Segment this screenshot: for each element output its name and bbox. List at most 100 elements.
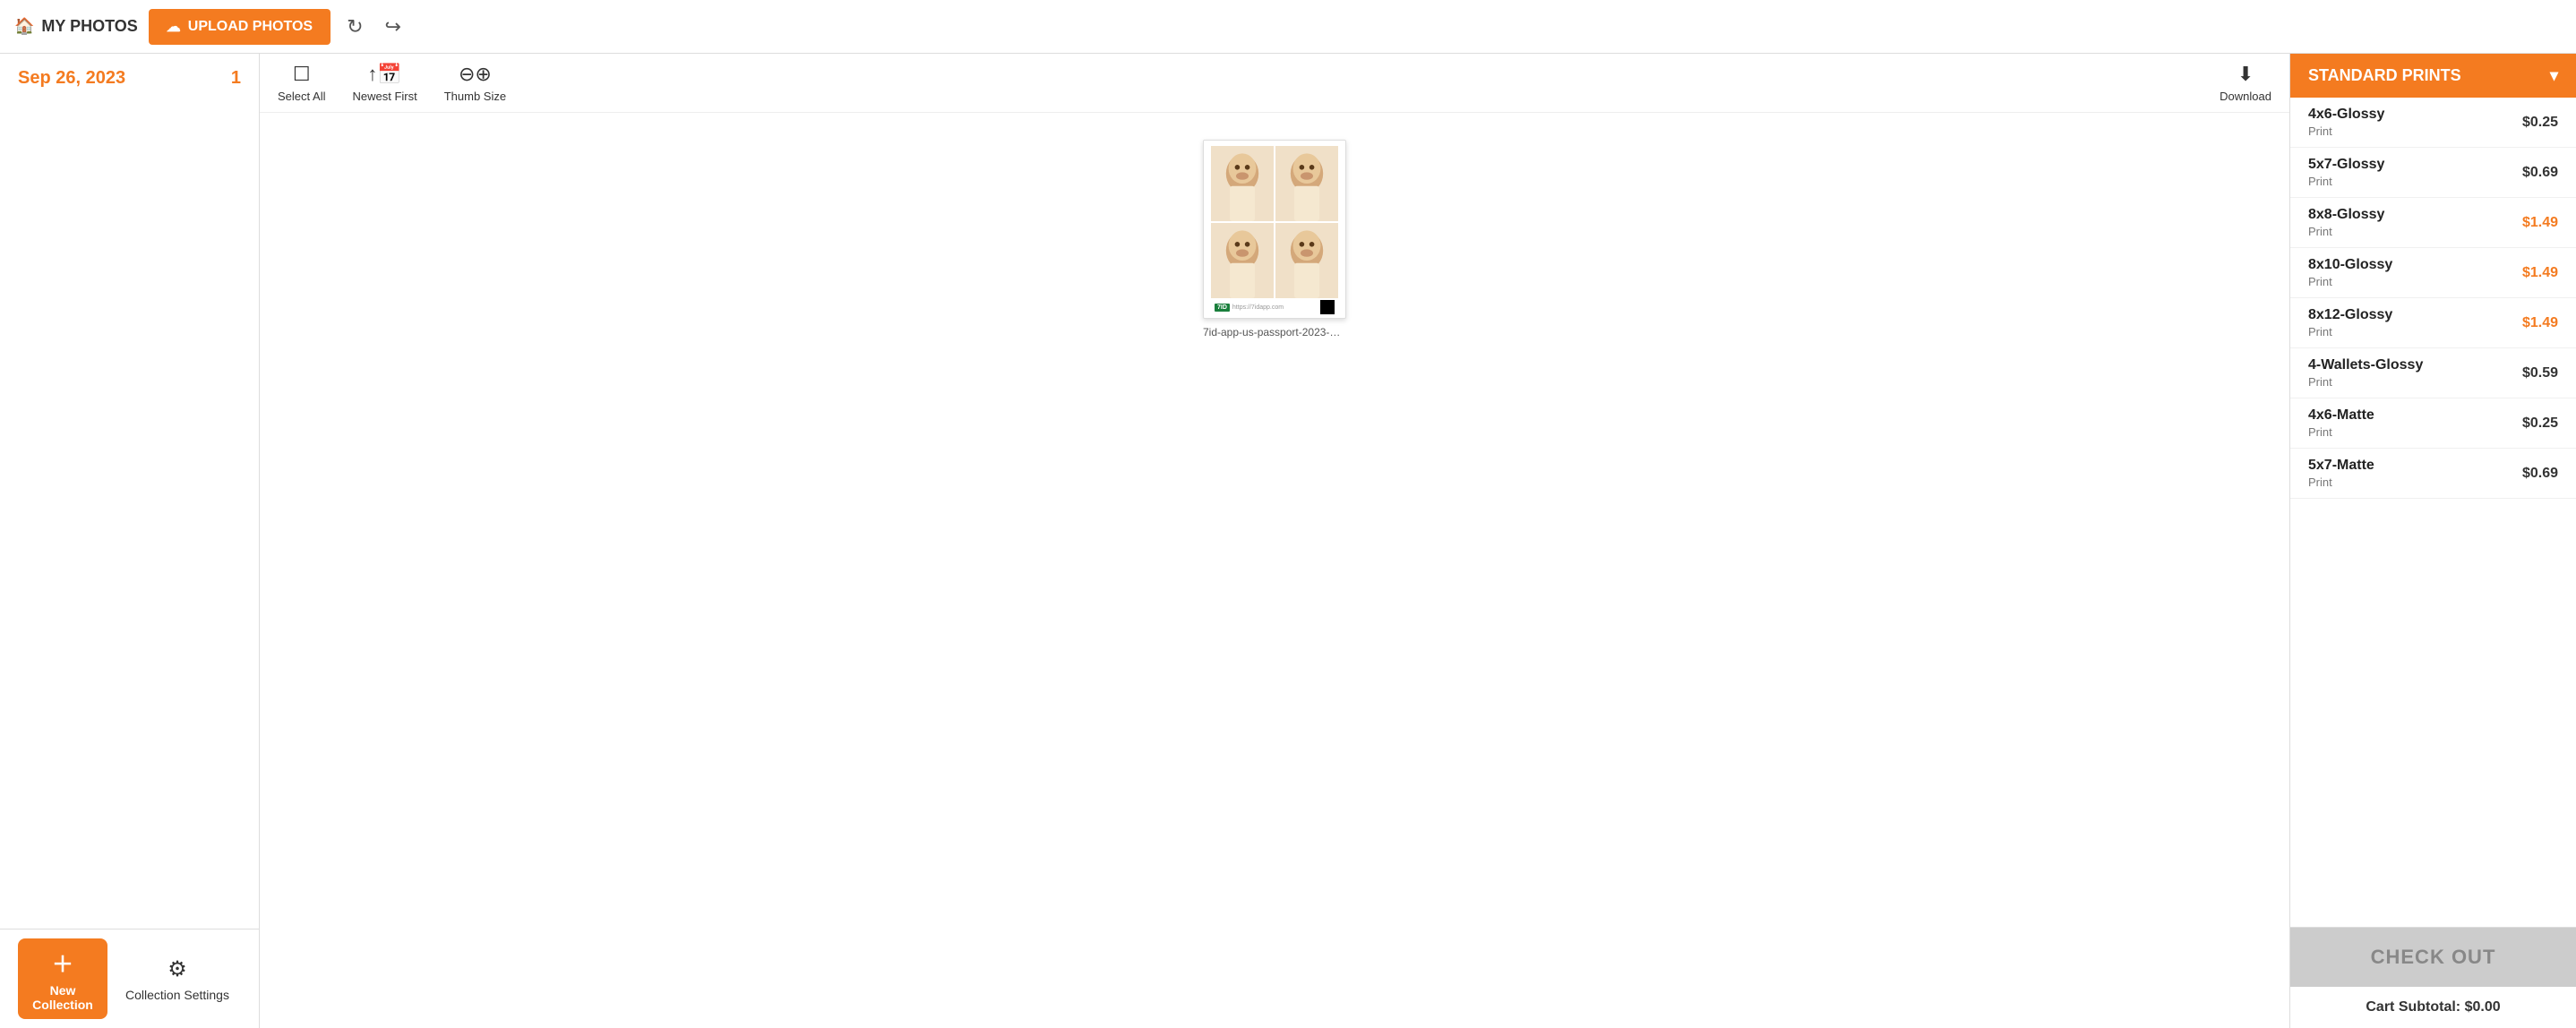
collection-settings-button[interactable]: ⚙ Collection Settings: [125, 956, 229, 1002]
thumb-size-icon: ⊖⊕: [459, 63, 492, 86]
thumb-size-label: Thumb Size: [444, 90, 506, 103]
passport-face-4: [1275, 223, 1338, 298]
passport-face-1: [1211, 146, 1274, 221]
newest-first-button[interactable]: ↑📅 Newest First: [352, 63, 416, 103]
print-name: 4x6-Matte: [2308, 407, 2374, 424]
print-type: Print: [2308, 425, 2374, 439]
checkout-label: CHECK OUT: [2371, 946, 2496, 968]
logo-url: https://7idapp.com: [1232, 304, 1284, 311]
thumb-size-button[interactable]: ⊖⊕ Thumb Size: [444, 63, 506, 103]
print-price: $1.49: [2522, 315, 2558, 331]
photo-item[interactable]: 7ID https://7idapp.com 7id-app-us-passpo…: [1203, 140, 1346, 338]
download-label: Download: [2220, 90, 2271, 103]
print-name: 8x12-Glossy: [2308, 307, 2392, 323]
passport-face-3: [1211, 223, 1274, 298]
my-photos-label: MY PHOTOS: [41, 17, 137, 36]
print-price: $0.69: [2522, 466, 2558, 482]
print-item[interactable]: 5x7-Glossy Print $0.69: [2290, 148, 2576, 198]
print-info: 5x7-Glossy Print: [2308, 157, 2384, 188]
sidebar-actions: ＋ New Collection ⚙ Collection Settings: [0, 929, 259, 1028]
print-name: 8x8-Glossy: [2308, 207, 2384, 223]
left-sidebar: Sep 26, 2023 1 ＋ New Collection ⚙ Collec…: [0, 54, 260, 1028]
print-item[interactable]: 8x12-Glossy Print $1.49: [2290, 298, 2576, 348]
print-info: 4-Wallets-Glossy Print: [2308, 357, 2423, 389]
print-type: Print: [2308, 124, 2384, 138]
print-price: $0.25: [2522, 415, 2558, 432]
prints-list: 4x6-Glossy Print $0.25 5x7-Glossy Print …: [2290, 98, 2576, 927]
print-item[interactable]: 4x6-Matte Print $0.25: [2290, 398, 2576, 449]
sort-icon: ↑📅: [367, 63, 401, 86]
photo-thumbnail: 7ID https://7idapp.com: [1203, 140, 1346, 319]
print-price: $1.49: [2522, 215, 2558, 231]
photo-label: 7id-app-us-passport-2023-09...: [1203, 326, 1346, 338]
print-info: 8x8-Glossy Print: [2308, 207, 2384, 238]
print-price: $0.59: [2522, 365, 2558, 381]
print-type: Print: [2308, 325, 2392, 338]
print-name: 5x7-Matte: [2308, 458, 2374, 474]
cart-subtotal: Cart Subtotal: $0.00: [2290, 987, 2576, 1028]
download-icon: ⬇: [2237, 63, 2254, 86]
refresh-icon: ↻: [347, 15, 363, 38]
print-type: Print: [2308, 275, 2392, 288]
passport-grid: [1211, 146, 1338, 298]
print-item[interactable]: 8x10-Glossy Print $1.49: [2290, 248, 2576, 298]
share-icon: ↪: [385, 15, 401, 38]
standard-prints-label: STANDARD PRINTS: [2308, 66, 2461, 85]
upload-icon: ☁: [167, 18, 181, 36]
photo-grid: 7ID https://7idapp.com 7id-app-us-passpo…: [260, 113, 2289, 1028]
print-info: 5x7-Matte Print: [2308, 458, 2374, 489]
download-button[interactable]: ⬇ Download: [2220, 63, 2271, 103]
upload-label: UPLOAD PHOTOS: [188, 19, 313, 35]
select-all-label: Select All: [278, 90, 325, 103]
print-type: Print: [2308, 175, 2384, 188]
checkout-button[interactable]: CHECK OUT: [2290, 928, 2576, 987]
passport-face-2: [1275, 146, 1338, 221]
upload-photos-button[interactable]: ☁ UPLOAD PHOTOS: [149, 9, 331, 45]
print-name: 8x10-Glossy: [2308, 257, 2392, 273]
print-info: 4x6-Matte Print: [2308, 407, 2374, 439]
print-type: Print: [2308, 225, 2384, 238]
print-type: Print: [2308, 475, 2374, 489]
print-item[interactable]: 4x6-Glossy Print $0.25: [2290, 98, 2576, 148]
refresh-button[interactable]: ↻: [341, 10, 368, 44]
print-type: Print: [2308, 375, 2423, 389]
print-item[interactable]: 4-Wallets-Glossy Print $0.59: [2290, 348, 2576, 398]
print-name: 5x7-Glossy: [2308, 157, 2384, 173]
qr-code: [1320, 300, 1335, 314]
print-name: 4-Wallets-Glossy: [2308, 357, 2423, 373]
new-collection-button[interactable]: ＋ New Collection: [18, 938, 107, 1019]
date-section: Sep 26, 2023 1: [0, 54, 259, 103]
print-price: $0.25: [2522, 115, 2558, 131]
checkout-section: CHECK OUT Cart Subtotal: $0.00: [2290, 927, 2576, 1028]
home-icon: 🏠: [14, 17, 34, 36]
checkbox-icon: ☐: [293, 63, 311, 86]
header: 🏠 MY PHOTOS ☁ UPLOAD PHOTOS ↻ ↪: [0, 0, 2576, 54]
photo-count: 1: [231, 68, 241, 89]
photo-footer: 7ID https://7idapp.com: [1211, 298, 1338, 316]
select-all-button[interactable]: ☐ Select All: [278, 63, 325, 103]
print-info: 4x6-Glossy Print: [2308, 107, 2384, 138]
right-panel: STANDARD PRINTS ▾ 4x6-Glossy Print $0.25…: [2289, 54, 2576, 1028]
share-button[interactable]: ↪: [380, 10, 407, 44]
newest-first-label: Newest First: [352, 90, 416, 103]
new-collection-label: New Collection: [18, 983, 107, 1012]
date-label: Sep 26, 2023: [18, 68, 125, 89]
my-photos-button[interactable]: 🏠 MY PHOTOS: [14, 17, 138, 36]
print-info: 8x12-Glossy Print: [2308, 307, 2392, 338]
collection-settings-label: Collection Settings: [125, 988, 229, 1002]
gear-icon: ⚙: [167, 956, 187, 982]
logo-badge: 7ID: [1215, 304, 1230, 312]
print-item[interactable]: 5x7-Matte Print $0.69: [2290, 449, 2576, 499]
center-content: ☐ Select All ↑📅 Newest First ⊖⊕ Thumb Si…: [260, 54, 2289, 1028]
standard-prints-button[interactable]: STANDARD PRINTS ▾: [2290, 54, 2576, 98]
print-name: 4x6-Glossy: [2308, 107, 2384, 123]
print-info: 8x10-Glossy Print: [2308, 257, 2392, 288]
print-item[interactable]: 8x8-Glossy Print $1.49: [2290, 198, 2576, 248]
main-layout: Sep 26, 2023 1 ＋ New Collection ⚙ Collec…: [0, 54, 2576, 1028]
print-price: $1.49: [2522, 265, 2558, 281]
toolbar: ☐ Select All ↑📅 Newest First ⊖⊕ Thumb Si…: [260, 54, 2289, 113]
logo-area: 7ID https://7idapp.com: [1215, 304, 1284, 312]
chevron-down-icon: ▾: [2550, 66, 2558, 85]
plus-icon: ＋: [52, 947, 73, 978]
print-price: $0.69: [2522, 165, 2558, 181]
